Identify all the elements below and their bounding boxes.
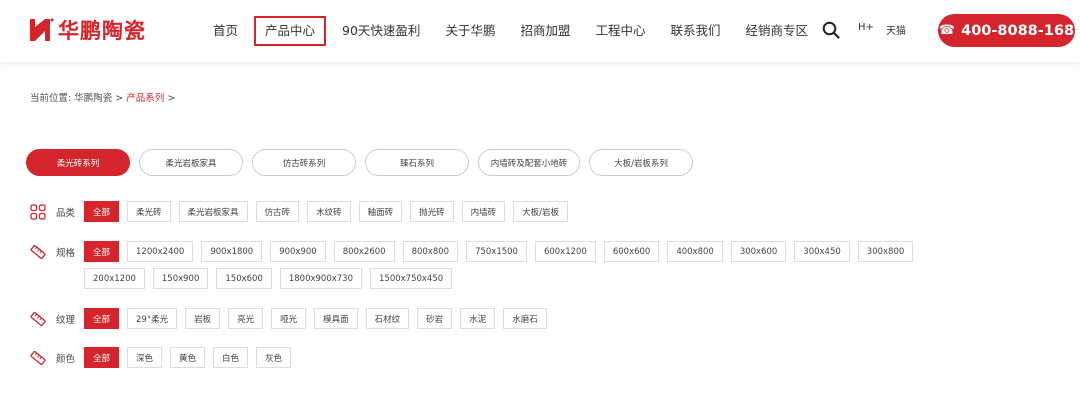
color-option[interactable]: 全部 bbox=[84, 347, 120, 368]
spec-option[interactable]: 300x800 bbox=[857, 241, 914, 262]
phone-icon: ☎ bbox=[938, 23, 956, 38]
brand-name: 华鹏陶瓷 bbox=[58, 19, 146, 43]
category-options: 全部 柔光砖 柔光岩板家具 仿古砖 木纹砖 釉面砖 抛光砖 内墙砖 大板/岩板 bbox=[84, 201, 984, 228]
hplus-link[interactable]: H+ bbox=[858, 22, 874, 33]
color-options: 全部 深色 黄色 白色 灰色 bbox=[84, 347, 984, 374]
category-option[interactable]: 抛光砖 bbox=[410, 201, 454, 222]
nav-item[interactable]: 90天快速盈利 bbox=[333, 16, 429, 46]
color-option[interactable]: 白色 bbox=[213, 347, 249, 368]
filter-label-text: 品类 bbox=[56, 207, 76, 219]
spec-option[interactable]: 900x900 bbox=[270, 241, 326, 262]
spec-option[interactable]: 150x900 bbox=[152, 268, 209, 289]
spec-options: 全部 1200x2400 900x1800 900x900 800x2600 800x80… bbox=[84, 241, 984, 295]
texture-option[interactable]: 砂岩 bbox=[417, 308, 453, 329]
nav-item[interactable]: 联系我们 bbox=[661, 16, 729, 46]
filter-label-text: 颜色 bbox=[56, 353, 76, 365]
texture-option[interactable]: 29°柔光 bbox=[127, 308, 178, 329]
spec-option[interactable]: 750x1500 bbox=[466, 241, 527, 262]
series-tab[interactable]: 臻石系列 bbox=[365, 149, 469, 176]
nav-item[interactable]: 经销商专区 bbox=[737, 16, 818, 46]
spec-option[interactable]: 900x1800 bbox=[201, 241, 263, 262]
filter-label-category: 品类 bbox=[30, 201, 84, 222]
ruler-icon bbox=[30, 244, 46, 259]
phone-button[interactable]: ☎ 400-8088-168 bbox=[938, 14, 1075, 47]
tmall-link[interactable]: 天猫 bbox=[886, 22, 906, 37]
ruler-icon bbox=[30, 311, 46, 326]
filter-label-texture: 纹理 bbox=[30, 308, 84, 329]
texture-option[interactable]: 石材纹 bbox=[365, 308, 410, 329]
category-option[interactable]: 内墙砖 bbox=[461, 201, 506, 222]
breadcrumb: 当前位置: 华鹏陶瓷 > 产品系列 > bbox=[30, 90, 175, 104]
logo-mark-icon bbox=[30, 18, 54, 41]
spec-option[interactable]: 1200x2400 bbox=[127, 241, 194, 262]
texture-option[interactable]: 水磨石 bbox=[503, 308, 547, 329]
spec-option[interactable]: 300x600 bbox=[730, 241, 787, 262]
category-option[interactable]: 大板/岩板 bbox=[513, 201, 568, 222]
ruler-icon bbox=[30, 350, 46, 365]
spec-option[interactable]: 800x800 bbox=[402, 241, 459, 262]
spec-option[interactable]: 600x600 bbox=[603, 241, 660, 262]
nav-item[interactable]: 首页 bbox=[204, 16, 247, 46]
filter-label-text: 规格 bbox=[56, 247, 76, 259]
category-option[interactable]: 木纹砖 bbox=[307, 201, 351, 222]
texture-options: 全部 29°柔光 岩板 亮光 哑光 模具面 石材纹 砂岩 水泥 水磨石 bbox=[84, 308, 984, 335]
main-nav: 首页 产品中心 90天快速盈利 关于华鹏 招商加盟 工程中心 联系我们 经销商专区 bbox=[204, 15, 824, 47]
series-tab[interactable]: 大板/岩板系列 bbox=[589, 149, 693, 176]
color-option[interactable]: 灰色 bbox=[256, 347, 292, 368]
spec-option[interactable]: 800x2600 bbox=[333, 241, 395, 262]
site-header: 华鹏陶瓷 首页 产品中心 90天快速盈利 关于华鹏 招商加盟 工程中心 联系我们 经销商专区 … bbox=[0, 0, 1080, 62]
series-tab[interactable]: 柔光岩板家具 bbox=[139, 149, 243, 176]
category-option[interactable]: 柔光岩板家具 bbox=[178, 201, 248, 222]
breadcrumb-current[interactable]: 产品系列 bbox=[126, 93, 164, 104]
texture-option[interactable]: 全部 bbox=[84, 308, 120, 329]
texture-option[interactable]: 岩板 bbox=[185, 308, 221, 329]
series-tab[interactable]: 柔光砖系列 bbox=[26, 149, 130, 176]
series-tabs: 柔光砖系列 柔光岩板家具 仿古砖系列 臻石系列 内墙砖及配套小地砖 大板/岩板系列 bbox=[26, 149, 702, 176]
filter-row-category: 品类 全部 柔光砖 柔光岩板家具 仿古砖 木纹砖 釉面砖 抛光砖 内墙砖 大板/岩板 bbox=[30, 201, 984, 228]
search-icon[interactable] bbox=[822, 21, 840, 39]
spec-option[interactable]: 150x600 bbox=[216, 268, 272, 289]
category-option[interactable]: 全部 bbox=[84, 201, 120, 222]
series-tab[interactable]: 仿古砖系列 bbox=[252, 149, 356, 176]
grid-icon bbox=[30, 203, 46, 220]
series-tab[interactable]: 内墙砖及配套小地砖 bbox=[478, 149, 580, 176]
texture-option[interactable]: 水泥 bbox=[460, 308, 496, 329]
spec-option[interactable]: 全部 bbox=[84, 241, 120, 262]
spec-option[interactable]: 400x800 bbox=[667, 241, 723, 262]
category-option[interactable]: 柔光砖 bbox=[127, 201, 171, 222]
spec-option[interactable]: 300x450 bbox=[794, 241, 850, 262]
phone-number: 400-8088-168 bbox=[961, 22, 1075, 39]
spec-option[interactable]: 1800x900x730 bbox=[279, 268, 362, 289]
breadcrumb-separator: > bbox=[115, 93, 124, 104]
filter-row-color: 颜色 全部 深色 黄色 白色 灰色 bbox=[30, 347, 984, 374]
brand-logo[interactable]: 华鹏陶瓷 bbox=[28, 16, 146, 44]
spec-option[interactable]: 200x1200 bbox=[84, 268, 145, 289]
spec-option[interactable]: 1500x750x450 bbox=[370, 268, 453, 289]
filter-row-texture: 纹理 全部 29°柔光 岩板 亮光 哑光 模具面 石材纹 砂岩 水泥 水磨石 bbox=[30, 308, 984, 335]
nav-item[interactable]: 关于华鹏 bbox=[436, 16, 504, 46]
category-option[interactable]: 仿古砖 bbox=[255, 201, 300, 222]
category-option[interactable]: 釉面砖 bbox=[358, 201, 403, 222]
breadcrumb-home[interactable]: 华鹏陶瓷 bbox=[74, 93, 112, 104]
filter-label-color: 颜色 bbox=[30, 347, 84, 368]
color-option[interactable]: 深色 bbox=[127, 347, 163, 368]
texture-option[interactable]: 模具面 bbox=[314, 308, 358, 329]
filter-label-spec: 规格 bbox=[30, 241, 84, 262]
breadcrumb-separator: > bbox=[167, 93, 176, 104]
nav-item[interactable]: 产品中心 bbox=[254, 16, 327, 46]
breadcrumb-prefix: 当前位置: bbox=[30, 93, 72, 104]
filter-label-text: 纹理 bbox=[56, 314, 76, 326]
texture-option[interactable]: 亮光 bbox=[228, 308, 264, 329]
spec-option[interactable]: 600x1200 bbox=[534, 241, 596, 262]
nav-item[interactable]: 招商加盟 bbox=[511, 16, 579, 46]
nav-item[interactable]: 工程中心 bbox=[586, 16, 654, 46]
texture-option[interactable]: 哑光 bbox=[271, 308, 307, 329]
filter-row-spec: 规格 全部 1200x2400 900x1800 900x900 800x2600 800… bbox=[30, 241, 984, 295]
color-option[interactable]: 黄色 bbox=[170, 347, 206, 368]
